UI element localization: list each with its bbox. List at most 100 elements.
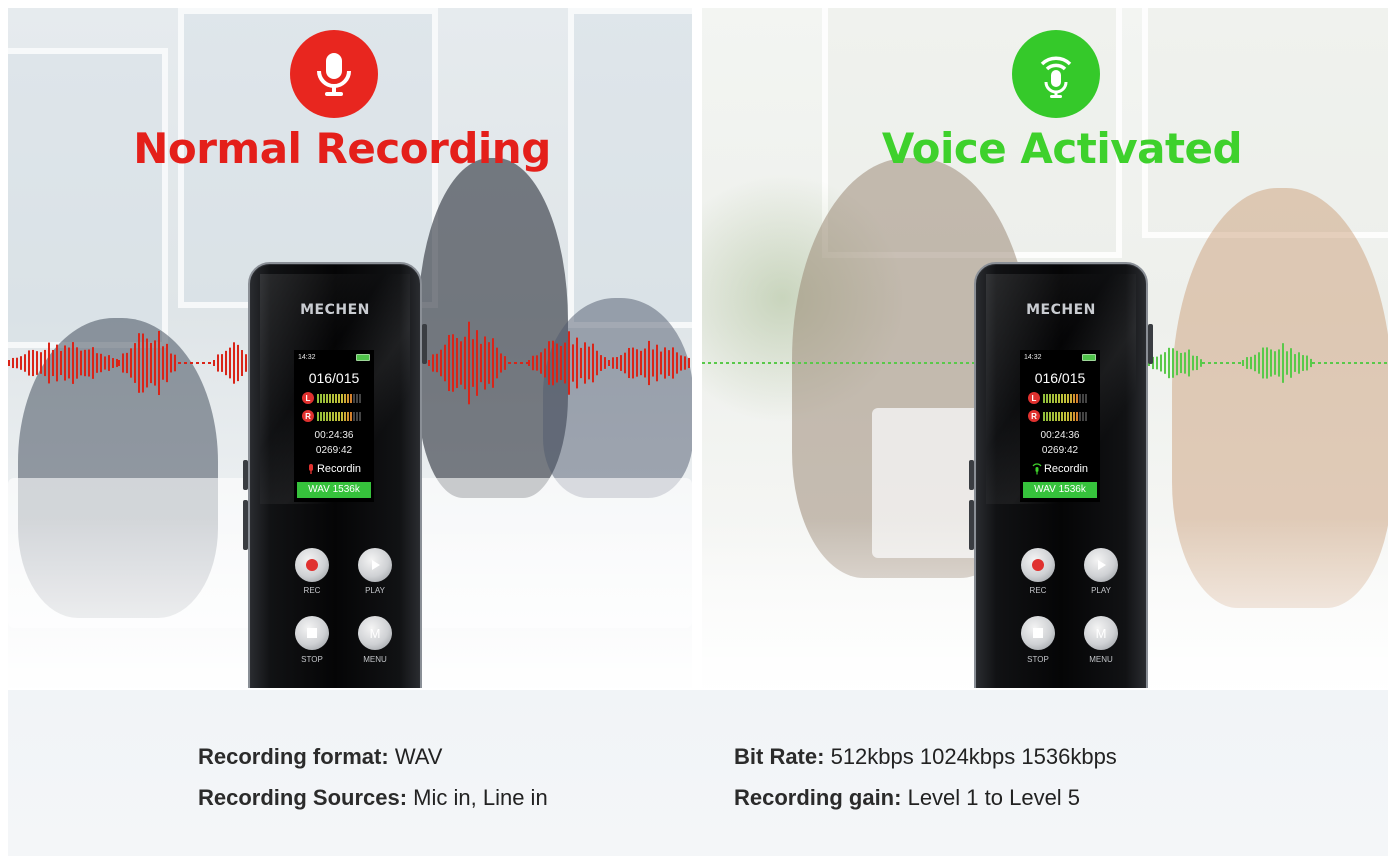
- spec-value: WAV: [394, 744, 443, 769]
- wave-bar: [1246, 357, 1248, 369]
- format-bar: WAV 1536k: [1023, 482, 1097, 498]
- wave-bar: [536, 355, 538, 371]
- wave-bar: [229, 347, 231, 379]
- wave-bar: [620, 355, 622, 371]
- wave-bar: [556, 343, 558, 383]
- level-meter-left: L: [1028, 392, 1087, 404]
- stop-label: STOP: [301, 655, 323, 664]
- wave-bar: [1302, 355, 1304, 371]
- stop-button[interactable]: [295, 616, 329, 650]
- wave-bar: [588, 346, 590, 380]
- side-key[interactable]: [969, 500, 974, 550]
- spec-recording-gain: Recording gain: Level 1 to Level 5: [734, 785, 1080, 811]
- wave-bar: [448, 334, 450, 392]
- wave-bar: [452, 334, 454, 392]
- level-meter-right: R: [1028, 410, 1087, 422]
- wave-bar: [36, 351, 38, 375]
- spec-recording-format: Recording format: WAV: [198, 744, 442, 770]
- wave-bar: [684, 356, 686, 370]
- spec-value: Level 1 to Level 5: [907, 785, 1081, 810]
- play-button[interactable]: [1084, 548, 1118, 582]
- wave-bar: [608, 360, 610, 366]
- rec-button[interactable]: [1021, 548, 1055, 582]
- side-key[interactable]: [969, 460, 974, 490]
- wave-bar: [241, 350, 243, 376]
- wave-bar: [166, 343, 168, 383]
- wave-bar: [532, 355, 534, 371]
- side-key[interactable]: [243, 500, 248, 550]
- spec-value: 512kbps 1024kbps 1536kbps: [830, 744, 1117, 769]
- wave-bar: [1286, 351, 1288, 375]
- elapsed-time: 00:24:36: [314, 430, 354, 441]
- spec-label: Recording Sources:: [198, 785, 408, 810]
- side-key[interactable]: [1148, 324, 1153, 364]
- file-counter: 016/015: [1034, 370, 1086, 386]
- wave-bar: [134, 343, 136, 383]
- channel-left-badge: L: [302, 392, 314, 404]
- wave-bar: [233, 342, 235, 384]
- wave-bar: [528, 360, 530, 366]
- wave-bar: [660, 351, 662, 375]
- wave-bar: [237, 344, 239, 382]
- wave-bar: [468, 321, 470, 405]
- wave-bar: [174, 354, 176, 372]
- rec-button[interactable]: [295, 548, 329, 582]
- wave-bar: [108, 355, 110, 371]
- elapsed-time: 00:24:36: [1040, 430, 1080, 441]
- remaining-time: 0269:42: [315, 445, 353, 456]
- wave-bar: [552, 340, 554, 386]
- wave-bar: [652, 349, 654, 377]
- status-text: Recordin: [1043, 463, 1089, 475]
- device-screen: 14:32 016/015 L R 00:24:36 0269:42 Recor…: [1020, 350, 1100, 502]
- wave-bar: [12, 357, 14, 369]
- channel-right-badge: R: [302, 410, 314, 422]
- wave-bar: [1188, 349, 1190, 377]
- side-key[interactable]: [422, 324, 427, 364]
- device-screen: 14:32 016/015 L R 00:24:36 0269:42 Recor…: [294, 350, 374, 502]
- wave-bar: [1290, 348, 1292, 378]
- wave-bar: [96, 353, 98, 373]
- wave-bar: [432, 354, 434, 372]
- wave-bar: [592, 343, 594, 383]
- wave-bar: [84, 349, 86, 377]
- wave-bar: [504, 356, 506, 370]
- wave-bar: [130, 348, 132, 378]
- spec-label: Recording gain:: [734, 785, 902, 810]
- menu-button[interactable]: M: [358, 616, 392, 650]
- menu-label: MENU: [363, 655, 387, 664]
- wave-bar: [1298, 352, 1300, 374]
- wave-bar: [1278, 349, 1280, 377]
- wave-bar: [52, 349, 54, 377]
- stop-button[interactable]: [1021, 616, 1055, 650]
- wave-bar: [1262, 347, 1264, 379]
- wave-bar: [560, 345, 562, 381]
- wave-bar: [100, 353, 102, 373]
- wave-bar: [1172, 348, 1174, 378]
- background-window: [8, 48, 168, 348]
- spec-recording-sources: Recording Sources: Mic in, Line in: [198, 785, 548, 811]
- wave-bar: [444, 344, 446, 382]
- voice-recorder-device: MECHEN 14:32 016/015 L R 00:24:36 0269:4…: [969, 262, 1153, 688]
- level-bar: [317, 411, 361, 421]
- side-key[interactable]: [243, 460, 248, 490]
- wave-bar: [1180, 352, 1182, 374]
- specifications-band: Recording format: WAV Recording Sources:…: [8, 690, 1388, 856]
- wave-bar: [28, 350, 30, 376]
- wave-bar: [604, 357, 606, 369]
- menu-button[interactable]: M: [1084, 616, 1118, 650]
- wave-bar: [472, 339, 474, 387]
- wave-bar: [213, 360, 215, 366]
- wave-bar: [480, 343, 482, 383]
- wave-bar: [1164, 352, 1166, 374]
- battery-icon: [356, 354, 370, 361]
- wave-bar: [544, 348, 546, 378]
- play-label: PLAY: [365, 586, 385, 595]
- wave-bar: [644, 348, 646, 378]
- rec-label: REC: [303, 586, 321, 595]
- wave-bar: [492, 338, 494, 388]
- play-button[interactable]: [358, 548, 392, 582]
- wave-bar: [632, 347, 634, 379]
- file-counter: 016/015: [308, 370, 360, 386]
- wave-bar: [1168, 347, 1170, 379]
- wave-bar: [112, 358, 114, 368]
